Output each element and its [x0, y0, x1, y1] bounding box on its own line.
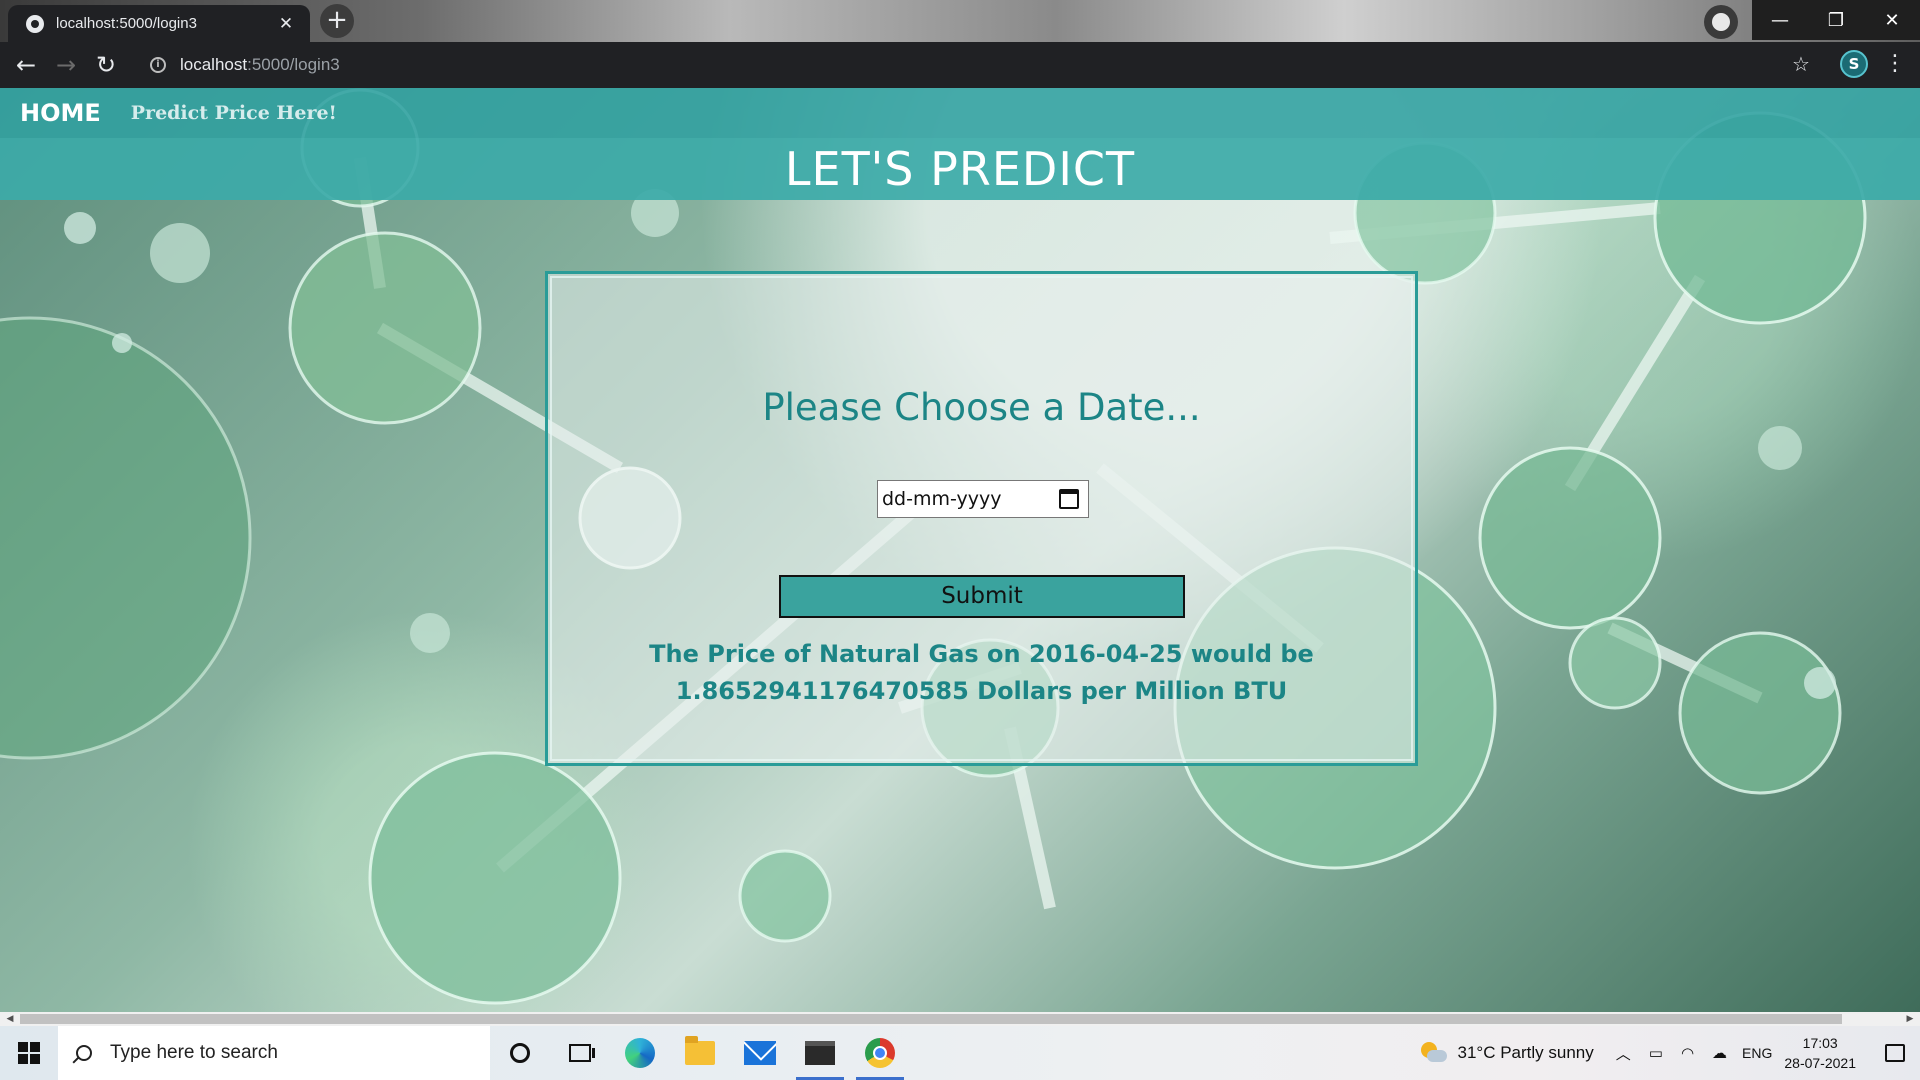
weather-text[interactable]: 31°C Partly sunny: [1457, 1043, 1593, 1063]
scroll-left-arrow-icon[interactable]: ◀: [2, 1012, 18, 1026]
top-navbar: HOME Predict Price Here!: [0, 88, 1920, 138]
nav-home-link[interactable]: HOME: [20, 99, 101, 127]
back-arrow-icon[interactable]: ←: [6, 45, 46, 85]
mail-icon: [744, 1041, 776, 1065]
search-placeholder: Type here to search: [110, 1042, 278, 1063]
taskbar-search-box[interactable]: Type here to search: [58, 1026, 490, 1080]
windows-taskbar: Type here to search 31°C Partly sunny ︿ …: [0, 1026, 1920, 1080]
date-input-value: dd-mm-yyyy: [882, 488, 1002, 510]
prediction-result-text: The Price of Natural Gas on 2016-04-25 w…: [649, 640, 1314, 705]
cortana-icon: [510, 1043, 530, 1063]
globe-icon: [26, 14, 44, 33]
scrollbar-thumb[interactable]: [20, 1014, 1842, 1024]
prediction-form-card: Please Choose a Date... dd-mm-yyyy Submi…: [545, 271, 1418, 766]
date-input[interactable]: dd-mm-yyyy: [877, 480, 1089, 518]
nav-predict-link[interactable]: Predict Price Here!: [131, 102, 337, 124]
downloads-icon[interactable]: [1704, 5, 1738, 39]
task-view-button[interactable]: [550, 1026, 610, 1080]
reload-icon[interactable]: ↻: [86, 45, 126, 85]
scroll-right-arrow-icon[interactable]: ▶: [1902, 1012, 1918, 1026]
terminal-icon: [805, 1041, 835, 1065]
page-viewport: HOME Predict Price Here! LET'S PREDICT P…: [0, 88, 1920, 1012]
chrome-icon: [865, 1038, 895, 1068]
weather-icon[interactable]: [1421, 1042, 1448, 1064]
browser-tab-bar: localhost:5000/login3 ✕ + — ❐ ✕: [0, 0, 1920, 42]
clock[interactable]: 17:03 28-07-2021: [1784, 1033, 1856, 1073]
tab-title: localhost:5000/login3: [56, 15, 197, 32]
edge-icon: [625, 1038, 655, 1068]
search-icon: [76, 1045, 92, 1061]
cortana-button[interactable]: [490, 1026, 550, 1080]
chevron-up-icon[interactable]: ︿: [1616, 1043, 1631, 1064]
system-tray: 31°C Partly sunny ︿ ▭ ◠ ☁ ENG 17:03 28-0…: [1421, 1026, 1920, 1080]
onedrive-icon[interactable]: ☁: [1712, 1044, 1727, 1062]
restore-button[interactable]: ❐: [1808, 0, 1864, 40]
folder-icon: [685, 1036, 715, 1065]
wifi-icon[interactable]: ◠: [1681, 1044, 1694, 1062]
clock-time: 17:03: [1802, 1035, 1838, 1051]
chrome-taskbar-button[interactable]: [850, 1026, 910, 1080]
tab-close-icon[interactable]: ✕: [276, 14, 296, 34]
page-banner: LET'S PREDICT: [0, 138, 1920, 200]
form-heading: Please Choose a Date...: [762, 386, 1201, 429]
calendar-icon[interactable]: [1059, 489, 1079, 509]
file-explorer-taskbar-button[interactable]: [670, 1026, 730, 1080]
task-view-icon: [569, 1044, 595, 1062]
submit-button[interactable]: Submit: [779, 575, 1185, 618]
bookmark-star-icon[interactable]: ☆: [1792, 52, 1810, 76]
browser-toolbar: ← → ↻ i localhost:5000/login3 ☆ S ⋮: [0, 42, 1920, 88]
forward-arrow-icon[interactable]: →: [46, 45, 86, 85]
windows-logo-icon: [18, 1042, 40, 1064]
info-icon[interactable]: i: [150, 57, 166, 73]
horizontal-scrollbar[interactable]: ◀ ▶: [0, 1012, 1920, 1026]
mail-taskbar-button[interactable]: [730, 1026, 790, 1080]
edge-taskbar-button[interactable]: [610, 1026, 670, 1080]
url-text: localhost:5000/login3: [180, 55, 340, 74]
minimize-button[interactable]: —: [1752, 0, 1808, 40]
notification-center-button[interactable]: [1870, 1026, 1920, 1080]
clock-date: 28-07-2021: [1784, 1055, 1856, 1071]
notification-icon: [1885, 1044, 1905, 1062]
window-controls: — ❐ ✕: [1752, 0, 1920, 40]
kebab-menu-icon[interactable]: ⋮: [1884, 51, 1906, 77]
terminal-taskbar-button[interactable]: [790, 1026, 850, 1080]
battery-icon[interactable]: ▭: [1649, 1044, 1663, 1062]
language-indicator[interactable]: ENG: [1742, 1045, 1772, 1061]
close-window-button[interactable]: ✕: [1864, 0, 1920, 40]
profile-avatar[interactable]: S: [1840, 50, 1868, 78]
browser-tab[interactable]: localhost:5000/login3 ✕: [8, 5, 310, 42]
new-tab-button[interactable]: +: [320, 4, 354, 38]
page-title: LET'S PREDICT: [784, 142, 1136, 196]
address-bar[interactable]: i localhost:5000/login3: [140, 48, 1900, 82]
start-button[interactable]: [0, 1026, 58, 1080]
